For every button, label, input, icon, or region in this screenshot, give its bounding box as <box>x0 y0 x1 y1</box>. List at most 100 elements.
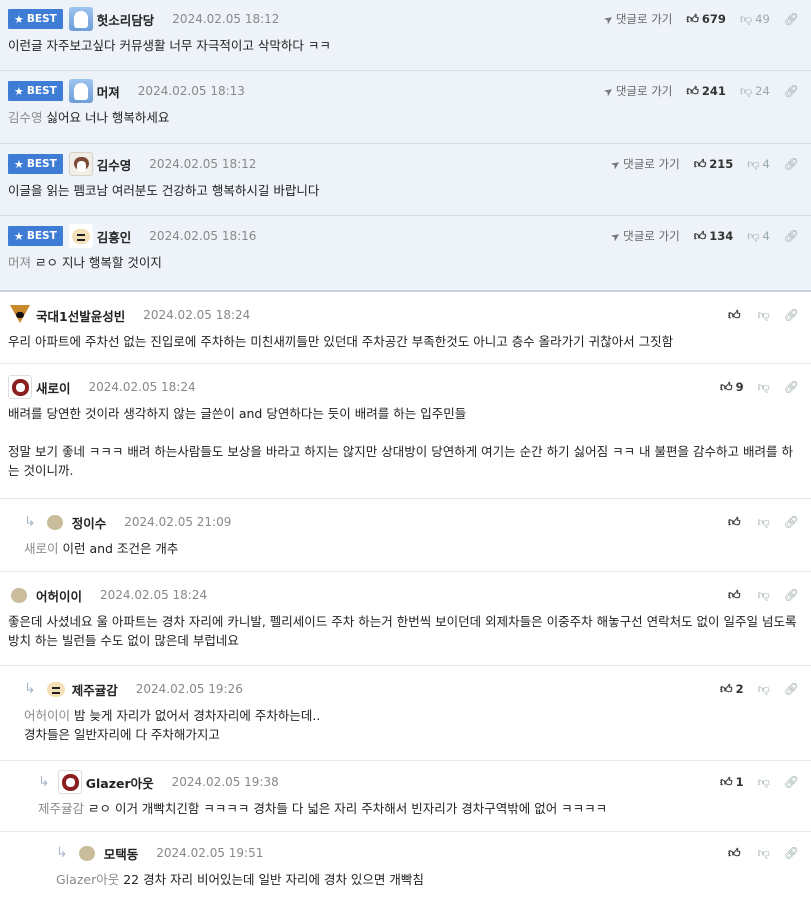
reply-arrow-icon: ↳ <box>24 681 36 697</box>
link-icon[interactable]: 🔗︎ <box>784 12 799 26</box>
link-icon[interactable]: 🔗︎ <box>784 515 799 529</box>
nickname[interactable]: 정이수 <box>72 513 107 532</box>
nickname[interactable]: Glazer아웃 <box>86 773 154 792</box>
like-button[interactable]: 👍︎ <box>728 588 744 603</box>
thumbs-down-icon: 👎︎ <box>757 681 770 696</box>
comment: 국대1선발윤성빈 2024.02.05 18:24 👍︎ 👎︎ 🔗︎ 우리 아파… <box>0 292 811 364</box>
star-icon: ★ <box>14 229 24 243</box>
avatar[interactable] <box>43 677 68 701</box>
best-badge: ★ BEST <box>8 154 63 174</box>
comment-date: 2024.02.05 18:24 <box>143 308 251 322</box>
goto-comment-button[interactable]: ➤ 댓글로 가기 <box>608 228 680 244</box>
dislike-button[interactable]: 👎︎ 49 <box>740 12 770 27</box>
comment-text: 김수영 싫어요 너나 행복하세요 <box>8 110 170 125</box>
link-icon[interactable]: 🔗︎ <box>784 588 799 602</box>
nickname[interactable]: 어허이이 <box>36 586 82 605</box>
dislike-button[interactable]: 👎︎ <box>758 846 770 861</box>
dislike-button[interactable]: 👎︎ 24 <box>740 84 770 99</box>
thumbs-up-icon: 👍︎ <box>720 681 733 696</box>
like-button[interactable]: 👍︎ <box>728 846 744 861</box>
thumbs-up-icon: 👍︎ <box>693 156 707 171</box>
dislike-button[interactable]: 👎︎ <box>758 588 770 603</box>
like-button[interactable]: 👍︎ 134 <box>694 229 734 244</box>
comment-list: ★ BEST 헛소리담당 2024.02.05 18:12 ➤ 댓글로 가기 👍︎ 6… <box>0 0 811 904</box>
link-icon[interactable]: 🔗︎ <box>784 308 799 322</box>
like-button[interactable]: 👍︎ <box>728 515 744 530</box>
avatar[interactable] <box>68 7 93 31</box>
goto-comment-button[interactable]: ➤ 댓글로 가기 <box>601 83 673 99</box>
comment-date: 2024.02.05 21:09 <box>124 515 232 529</box>
avatar[interactable] <box>8 303 32 327</box>
mention[interactable]: 머져 <box>8 255 31 270</box>
like-button[interactable]: 👍︎ 679 <box>686 12 726 27</box>
like-button[interactable]: 👍︎ <box>728 308 744 323</box>
best-comment: ★ BEST 김흥인 2024.02.05 18:16 ➤ 댓글로 가기 👍︎ 134… <box>0 216 811 290</box>
link-icon[interactable]: 🔗︎ <box>784 229 799 243</box>
dislike-button[interactable]: 👎︎ 4 <box>747 229 770 244</box>
link-icon[interactable]: 🔗︎ <box>784 84 799 98</box>
like-button[interactable]: 👍︎ 1 <box>720 775 744 790</box>
mention[interactable]: 제주귤감 <box>38 801 84 816</box>
comment-text: 머져 ㄹㅇ 지나 행복할 것이지 <box>8 255 162 270</box>
avatar[interactable] <box>68 152 93 176</box>
like-button[interactable]: 👍︎ 241 <box>686 84 726 99</box>
link-icon[interactable]: 🔗︎ <box>784 380 799 394</box>
send-icon: ➤ <box>600 11 616 27</box>
dislike-button[interactable]: 👎︎ <box>758 380 770 395</box>
mention[interactable]: 김수영 <box>8 110 43 125</box>
avatar[interactable] <box>8 583 32 607</box>
avatar[interactable] <box>76 841 100 865</box>
avatar[interactable] <box>44 510 68 534</box>
thumbs-down-icon: 👎︎ <box>739 11 753 26</box>
comment-date: 2024.02.05 19:38 <box>171 775 279 789</box>
dislike-button[interactable]: 👎︎ <box>758 682 770 697</box>
link-icon[interactable]: 🔗︎ <box>784 157 799 171</box>
nickname[interactable]: 국대1선발윤성빈 <box>36 306 125 325</box>
avatar[interactable] <box>57 770 82 794</box>
comment-date: 2024.02.05 18:12 <box>149 157 257 171</box>
nickname[interactable]: 김수영 <box>97 155 132 174</box>
comment-text: Glazer아웃 22 경차 자리 비어있는데 일반 자리에 경차 있으면 개빡… <box>56 872 424 887</box>
avatar[interactable] <box>8 375 32 399</box>
best-badge: ★ BEST <box>8 9 63 29</box>
thumbs-down-icon: 👎︎ <box>757 774 770 789</box>
goto-comment-button[interactable]: ➤ 댓글로 가기 <box>600 11 673 27</box>
comment-date: 2024.02.05 18:12 <box>172 12 280 26</box>
nickname[interactable]: 새로이 <box>36 378 71 397</box>
thumbs-down-icon: 👎︎ <box>757 514 770 529</box>
comment-text: 이런글 자주보고싶다 커뮤생활 너무 자극적이고 삭막하다 ㅋㅋ <box>8 38 331 53</box>
nickname[interactable]: 김흥인 <box>97 227 132 246</box>
like-button[interactable]: 👍︎ 2 <box>720 682 744 697</box>
dislike-button[interactable]: 👎︎ 4 <box>747 157 770 172</box>
dislike-button[interactable]: 👎︎ <box>758 775 770 790</box>
link-icon[interactable]: 🔗︎ <box>784 846 799 860</box>
thumbs-up-icon: 👍︎ <box>728 587 741 602</box>
comment-text: 좋은데 사셨네요 울 아파트는 경차 자리에 카니발, 펠리세이드 주차 하는거… <box>8 614 801 648</box>
link-icon[interactable]: 🔗︎ <box>784 775 799 789</box>
comment-text: 이글을 읽는 펨코남 여러분도 건강하고 행복하시길 바랍니다 <box>8 183 320 198</box>
thumbs-up-icon: 👍︎ <box>686 83 699 98</box>
dislike-button[interactable]: 👎︎ <box>758 515 770 530</box>
like-button[interactable]: 👍︎ 215 <box>694 157 734 172</box>
goto-comment-button[interactable]: ➤ 댓글로 가기 <box>608 156 680 172</box>
avatar[interactable] <box>68 79 93 103</box>
nickname[interactable]: 헛소리담당 <box>97 10 155 29</box>
nickname[interactable]: 제주귤감 <box>72 680 118 699</box>
star-icon: ★ <box>14 157 24 171</box>
best-comment: ★ BEST 헛소리담당 2024.02.05 18:12 ➤ 댓글로 가기 👍︎ 6… <box>0 0 811 71</box>
mention[interactable]: Glazer아웃 <box>56 872 119 887</box>
avatar[interactable] <box>68 224 93 248</box>
thumbs-down-icon: 👎︎ <box>757 307 770 322</box>
nickname[interactable]: 머져 <box>97 82 120 101</box>
mention[interactable]: 어허이이 <box>24 708 70 723</box>
nickname[interactable]: 모택동 <box>104 844 139 863</box>
like-button[interactable]: 👍︎ 9 <box>720 380 744 395</box>
mention[interactable]: 새로이 <box>24 541 59 556</box>
dislike-button[interactable]: 👎︎ <box>758 308 770 323</box>
comment-date: 2024.02.05 18:24 <box>100 588 208 602</box>
thumbs-up-icon: 👍︎ <box>720 379 733 394</box>
comment-text: 새로이 이런 and 조건은 개추 <box>24 541 179 556</box>
comment-date: 2024.02.05 18:24 <box>88 380 196 394</box>
thumbs-down-icon: 👎︎ <box>747 228 760 243</box>
link-icon[interactable]: 🔗︎ <box>784 682 799 696</box>
